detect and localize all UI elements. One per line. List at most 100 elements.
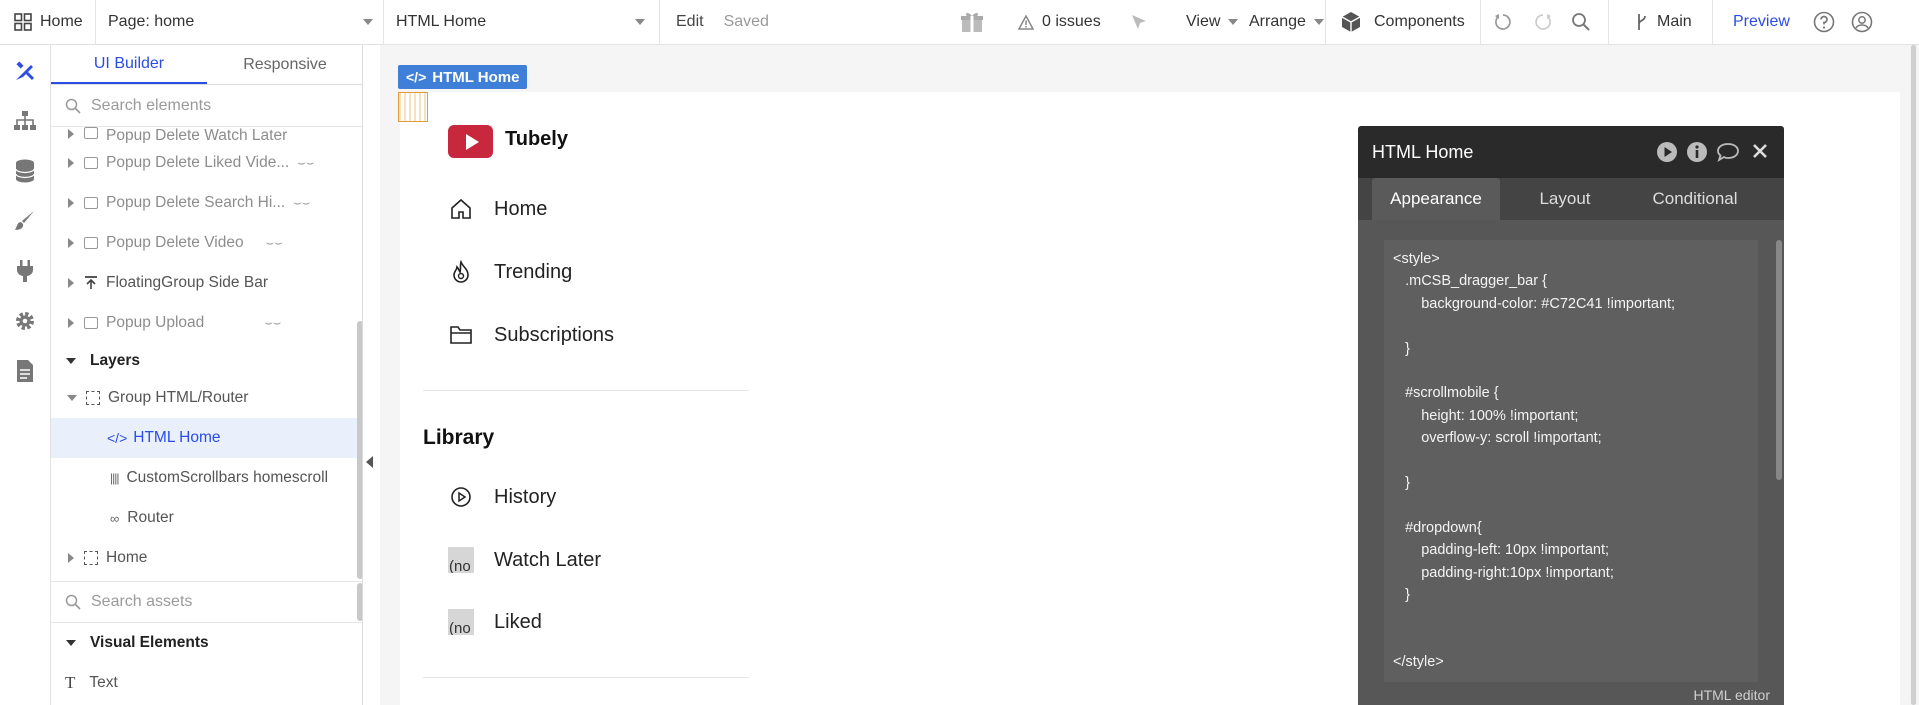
element-selector[interactable]: HTML Home	[384, 0, 660, 45]
collapse-icon	[67, 395, 77, 401]
arrange-menu[interactable]: Arrange	[1239, 0, 1326, 45]
tree-item-popup-upload[interactable]: Popup Upload ⌣⌣	[51, 303, 357, 343]
canvas-nav-home[interactable]: Home	[448, 191, 547, 227]
tree-item-popup-delete-liked[interactable]: Popup Delete Liked Vide... ⌣⌣	[51, 143, 357, 183]
left-nav	[0, 45, 51, 705]
search-icon	[1572, 13, 1590, 31]
canvas-scrollbar-thumb[interactable]	[1911, 45, 1916, 705]
info-icon[interactable]	[1686, 141, 1708, 168]
tree-item-label: CustomScrollbars homescroll	[126, 469, 329, 486]
assets-scrollbar[interactable]	[357, 583, 362, 621]
nav-label: Trending	[494, 260, 573, 283]
nav-plugins[interactable]	[11, 257, 39, 285]
page-selector[interactable]: Page: home	[96, 0, 384, 45]
redo-icon	[1535, 14, 1551, 30]
nav-logs[interactable]	[11, 357, 39, 385]
canvas-nav-watch-later[interactable]: (no Watch Later	[448, 542, 601, 578]
undo-button[interactable]	[1481, 0, 1523, 45]
nav-styles[interactable]	[11, 207, 39, 235]
canvas-scrollbar[interactable]	[1910, 45, 1917, 705]
close-icon[interactable]	[1752, 143, 1768, 164]
collapse-panel-arrow-icon[interactable]	[366, 456, 373, 468]
issues-label: 0 issues	[1042, 13, 1101, 30]
tab-responsive[interactable]: Responsive	[207, 45, 362, 84]
branch-button[interactable]: Main	[1609, 0, 1713, 45]
search-button[interactable]	[1563, 0, 1609, 45]
tree-item-home[interactable]: Home	[51, 538, 357, 578]
hidden-eye-icon[interactable]: ⌣⌣	[264, 315, 281, 331]
help-button[interactable]	[1807, 0, 1847, 45]
tree-item-router[interactable]: ∞ Router	[51, 498, 357, 538]
edit-button[interactable]: Edit	[676, 13, 704, 31]
tree-scrollbar[interactable]	[357, 321, 362, 579]
inspect-button[interactable]	[1120, 0, 1174, 45]
view-menu[interactable]: View	[1174, 0, 1239, 45]
selected-element-label: HTML Home	[432, 68, 520, 86]
tree-item-label: Popup Delete Liked Vide...	[106, 154, 290, 171]
editor-scrollbar[interactable]	[1776, 240, 1782, 480]
nav-workflow[interactable]	[11, 107, 39, 135]
tab-conditional[interactable]: Conditional	[1630, 178, 1760, 220]
search-icon	[65, 594, 81, 610]
property-editor: HTML Home Appearance Layout Conditional …	[1358, 126, 1784, 705]
components-button[interactable]: Components	[1326, 0, 1481, 45]
home-icon	[451, 198, 471, 219]
search-assets-input[interactable]: Search assets	[91, 593, 192, 611]
tree-item-layers[interactable]: Layers	[51, 341, 357, 381]
tree-item-popup-delete-search[interactable]: Popup Delete Search Hi... ⌣⌣	[51, 183, 357, 223]
search-elements-input[interactable]: Search elements	[91, 97, 211, 115]
chevron-down-icon	[635, 19, 645, 25]
tree-item-label: FloatingGroup Side Bar	[106, 274, 268, 291]
tab-layout[interactable]: Layout	[1500, 178, 1630, 220]
gift-button[interactable]	[960, 0, 998, 45]
expand-icon	[68, 129, 74, 139]
hidden-eye-icon[interactable]: ⌣⌣	[297, 155, 314, 171]
tree-item-popup-delete-watch-later[interactable]: Popup Delete Watch Later	[51, 117, 357, 143]
panel-tabs: UI Builder Responsive	[51, 45, 362, 85]
issues-button[interactable]: 0 issues	[998, 0, 1120, 45]
tree-item-floatinggroup-side-bar[interactable]: FloatingGroup Side Bar	[51, 263, 357, 303]
tab-ui-builder[interactable]: UI Builder	[51, 45, 207, 84]
tree-item-group-html-router[interactable]: Group HTML/Router	[51, 378, 357, 418]
design-tools-icon	[16, 61, 35, 81]
library-title: Library	[423, 426, 495, 449]
tree-item-customscrollbars[interactable]: |||| CustomScrollbars homescroll	[51, 458, 357, 498]
nav-settings[interactable]	[11, 307, 39, 335]
hidden-eye-icon[interactable]: ⌣⌣	[266, 235, 283, 251]
branch-icon	[1638, 14, 1646, 30]
nav-design[interactable]	[11, 57, 39, 85]
redo-button[interactable]	[1523, 0, 1563, 45]
preview-button[interactable]: Preview	[1713, 0, 1807, 45]
warning-icon	[1018, 14, 1034, 30]
tab-appearance[interactable]: Appearance	[1372, 178, 1500, 220]
tree-item-popup-delete-video[interactable]: Popup Delete Video ⌣⌣	[51, 223, 357, 263]
preview-play-icon[interactable]	[1656, 141, 1678, 168]
popup-icon	[84, 317, 98, 329]
group-icon	[86, 391, 100, 405]
account-button[interactable]	[1847, 0, 1883, 45]
html-code-editor[interactable]: <style> .mCSB_dragger_bar { background-c…	[1384, 240, 1758, 682]
search-assets[interactable]: Search assets	[51, 581, 362, 623]
comment-icon[interactable]	[1716, 142, 1740, 167]
element-label: HTML Home	[396, 13, 487, 30]
canvas-nav-trending[interactable]: Trending	[448, 254, 572, 290]
folder-icon	[450, 326, 472, 344]
saved-status: Saved	[723, 13, 769, 30]
nav-data[interactable]	[11, 157, 39, 185]
canvas-nav-history[interactable]: History	[448, 479, 556, 515]
hidden-eye-icon[interactable]: ⌣⌣	[293, 195, 310, 211]
asset-text[interactable]: T Text	[51, 663, 357, 703]
workflow-icon	[14, 111, 36, 130]
visual-elements-header[interactable]: Visual Elements	[51, 623, 357, 663]
canvas-nav-liked[interactable]: (no Liked	[448, 604, 542, 640]
editor-header: HTML Home	[1358, 126, 1784, 178]
asset-label: Text	[89, 674, 118, 691]
brush-icon	[15, 211, 34, 230]
canvas-nav-subscriptions[interactable]: Subscriptions	[448, 317, 614, 353]
selected-element-tag[interactable]: </> HTML Home	[398, 65, 528, 89]
html-element-handle[interactable]	[398, 92, 428, 122]
pin-top-icon	[85, 276, 97, 289]
tree-item-label: Popup Upload	[106, 314, 205, 331]
tree-item-html-home[interactable]: </> HTML Home	[51, 418, 357, 458]
home-menu[interactable]: Home	[0, 0, 96, 45]
